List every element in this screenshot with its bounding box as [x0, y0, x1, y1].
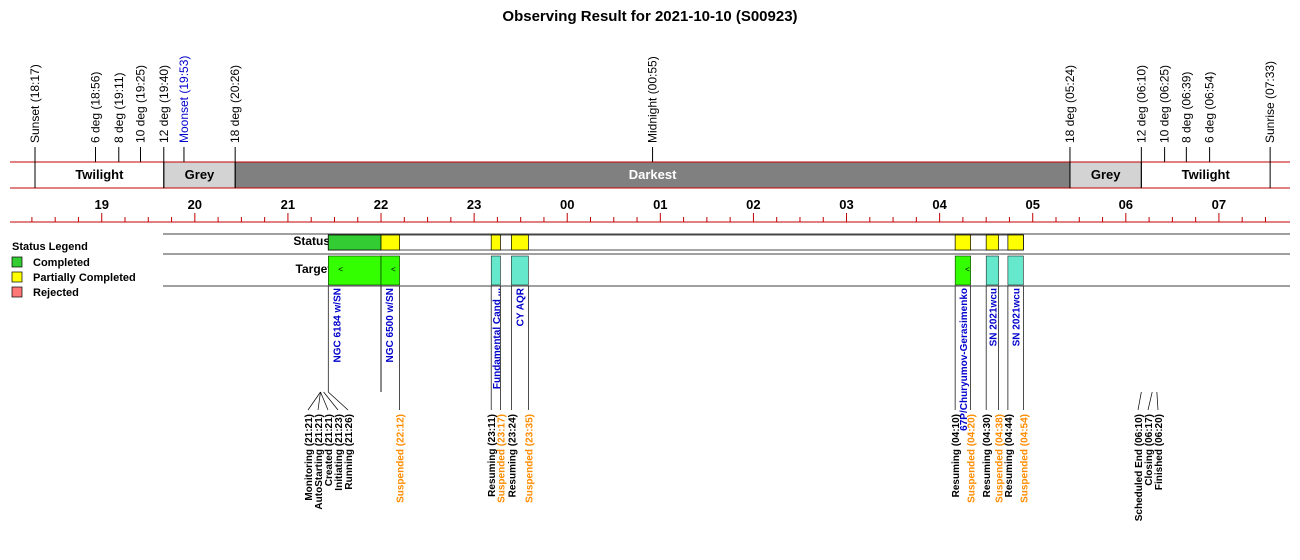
status-block — [954, 234, 972, 251]
hour-tick-label: 19 — [94, 197, 108, 212]
chart-title: Observing Result for 2021-10-10 (S00923) — [502, 8, 797, 25]
sky-band-label: Twilight — [1182, 167, 1231, 182]
status-target-rows: StatusTargets <NGC 6184 w/SN<NGC 6500 w/S… — [163, 233, 1290, 431]
target-marker: < — [391, 265, 396, 274]
target-label: 67P/Churyumov-Gerasimenko — [959, 288, 970, 431]
legend-item-label: Partially Completed — [33, 272, 136, 284]
hour-tick-label: 00 — [560, 197, 574, 212]
sky-event-label: Midnight (00:55) — [646, 56, 660, 143]
event-label: Resuming (04:30) — [982, 414, 993, 497]
sky-event-label: Sunset (18:17) — [28, 64, 42, 143]
status-block — [490, 234, 501, 251]
legend-swatch — [11, 271, 23, 283]
event-label: Resuming (23:24) — [507, 414, 518, 497]
hour-tick-label: 05 — [1025, 197, 1039, 212]
sky-event-label: 12 deg (19:40) — [157, 65, 171, 143]
hour-tick-label: 07 — [1212, 197, 1226, 212]
hour-tick-label: 21 — [281, 197, 295, 212]
hour-tick-label: 23 — [467, 197, 481, 212]
sky-event-label: 6 deg (18:56) — [89, 72, 103, 143]
hour-tick-label: 22 — [374, 197, 388, 212]
sky-band-label: Grey — [185, 167, 215, 182]
sky-band-label: Darkest — [629, 167, 677, 182]
target-label: SN 2021wcu — [988, 288, 999, 346]
target-label: Fundamental Cand ... — [492, 288, 503, 389]
legend-swatch — [11, 286, 23, 298]
status-block — [380, 234, 400, 251]
target-block — [328, 255, 382, 286]
legend-swatch — [11, 256, 23, 268]
sky-event-label: Sunrise (07:33) — [1263, 61, 1277, 143]
sky-band-label: Twilight — [75, 167, 124, 182]
target-block — [985, 255, 999, 286]
event-label: Resuming (04:44) — [1004, 414, 1015, 497]
hour-tick-label: 02 — [746, 197, 760, 212]
hour-tick-label: 03 — [839, 197, 853, 212]
hour-tick-label: 04 — [932, 197, 947, 212]
time-axis: 19 20 21 22 23 00 01 02 03 04 05 06 07 — [10, 197, 1290, 223]
target-label: CY AQR — [515, 287, 526, 326]
hour-tick-label: 06 — [1119, 197, 1133, 212]
event-leader — [320, 391, 329, 411]
sky-event-label: 10 deg (06:25) — [1158, 65, 1172, 143]
status-row-span — [327, 234, 1024, 251]
event-label: Suspended (23:17) — [497, 414, 508, 503]
sky-event-labels: Sunset (18:17) 6 deg (18:56) 8 deg (19:11)… — [28, 56, 1277, 162]
legend-item-label: Completed — [33, 257, 90, 269]
target-block — [1007, 255, 1024, 286]
event-leader — [1137, 391, 1142, 411]
target-label: SN 2021wcu — [1012, 288, 1023, 346]
sky-event-label: 12 deg (06:10) — [1134, 65, 1148, 143]
event-label: Suspended (04:20) — [967, 414, 978, 503]
status-legend: Status Legend Completed Partially Complet… — [11, 241, 136, 299]
target-marker: < — [338, 265, 343, 274]
sky-event-label: 8 deg (19:11) — [112, 72, 126, 143]
state-event-labels: Monitoring (21:21) AutoStarting (21:21) Cr… — [304, 391, 1165, 521]
event-label: Suspended (04:54) — [1019, 414, 1030, 503]
status-block — [985, 234, 999, 251]
event-label: Resuming (04:10) — [951, 414, 962, 497]
event-label: Suspended (23:35) — [524, 414, 535, 503]
hour-tick-label: 01 — [653, 197, 667, 212]
legend-title: Status Legend — [12, 241, 88, 253]
event-label: Running (21:26) — [344, 414, 355, 490]
sky-event-label: 6 deg (06:54) — [1203, 72, 1217, 143]
sky-bands: Twilight Grey Darkest Grey Twilight — [10, 161, 1290, 189]
target-label: NGC 6500 w/SN — [385, 288, 396, 362]
event-label: Finished (06:20) — [1154, 414, 1165, 490]
sky-event-label: 8 deg (06:39) — [1179, 72, 1193, 143]
sky-event-label: 18 deg (20:26) — [228, 65, 242, 143]
target-block — [490, 255, 501, 286]
event-label: Suspended (22:12) — [396, 414, 407, 503]
observing-timeline-chart: Observing Result for 2021-10-10 (S00923)… — [10, 8, 1290, 521]
target-block — [511, 255, 529, 286]
event-leader — [1156, 391, 1159, 411]
status-row-label: Status — [293, 234, 330, 248]
legend-item-label: Rejected — [33, 287, 79, 299]
sky-event-label: Moonset (19:53) — [177, 56, 191, 143]
sky-event-label: 10 deg (19:25) — [134, 65, 148, 143]
status-block — [327, 234, 382, 251]
target-label: NGC 6184 w/SN — [332, 288, 343, 362]
event-leader — [1147, 391, 1153, 411]
hour-tick-label: 20 — [188, 197, 202, 212]
target-marker: < — [965, 265, 970, 274]
status-block — [1007, 234, 1024, 251]
sky-band-label: Grey — [1091, 167, 1121, 182]
status-block — [511, 234, 529, 251]
sky-event-label: 18 deg (05:24) — [1063, 65, 1077, 143]
